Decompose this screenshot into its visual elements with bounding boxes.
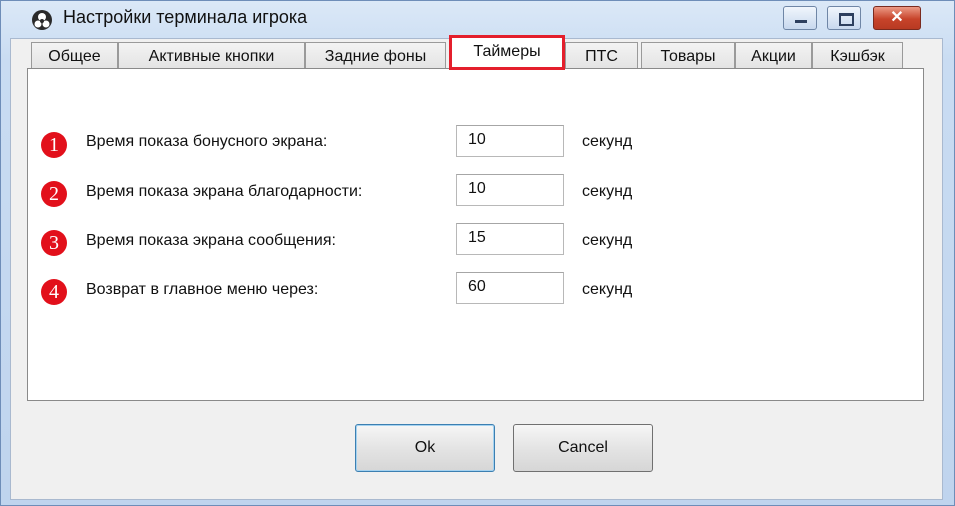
main-menu-return-input[interactable]: 60 [456,272,564,304]
step-badge: 2 [41,181,67,207]
seconds-unit-label: секунд [582,232,633,249]
seconds-unit-label: секунд [582,281,633,298]
minimize-button[interactable] [783,6,817,30]
bonus-screen-time-label: Время показа бонусного экрана: [86,133,328,150]
tab-general[interactable]: Общее [31,42,118,69]
thanks-screen-time-label: Время показа экрана благодарности: [86,183,363,200]
tab-promotions[interactable]: Акции [735,42,812,69]
tab-backgrounds[interactable]: Задние фоны [305,42,446,69]
step-badge: 1 [41,132,67,158]
app-logo-icon [32,10,52,30]
tab-active-buttons[interactable]: Активные кнопки [118,42,305,69]
window-title: Настройки терминала игрока [63,7,308,27]
maximize-button[interactable] [827,6,861,30]
tab-products[interactable]: Товары [641,42,735,69]
main-menu-return-label: Возврат в главное меню через: [86,281,319,298]
thanks-screen-time-input[interactable]: 10 [456,174,564,206]
ok-button[interactable]: Ok [355,424,495,472]
seconds-unit-label: секунд [582,183,633,200]
message-screen-time-input[interactable]: 15 [456,223,564,255]
cancel-button[interactable]: Cancel [513,424,653,472]
tab-timers[interactable]: Таймеры [449,35,565,70]
tab-cashback[interactable]: Кэшбэк [812,42,903,69]
bonus-screen-time-input[interactable]: 10 [456,125,564,157]
close-icon: ✕ [890,9,904,26]
step-badge: 3 [41,230,67,256]
close-button[interactable]: ✕ [873,6,921,30]
timers-tab-panel: 1 Время показа бонусного экрана: 10 секу… [27,68,924,401]
settings-window: Настройки терминала игрока ✕ Общее Актив… [0,0,955,506]
maximize-icon [839,13,854,26]
seconds-unit-label: секунд [582,133,633,150]
title-bar[interactable]: Настройки терминала игрока ✕ [1,1,954,33]
message-screen-time-label: Время показа экрана сообщения: [86,232,336,249]
step-badge: 4 [41,279,67,305]
tab-pts[interactable]: ПТС [565,42,638,69]
minimize-icon [795,20,807,23]
